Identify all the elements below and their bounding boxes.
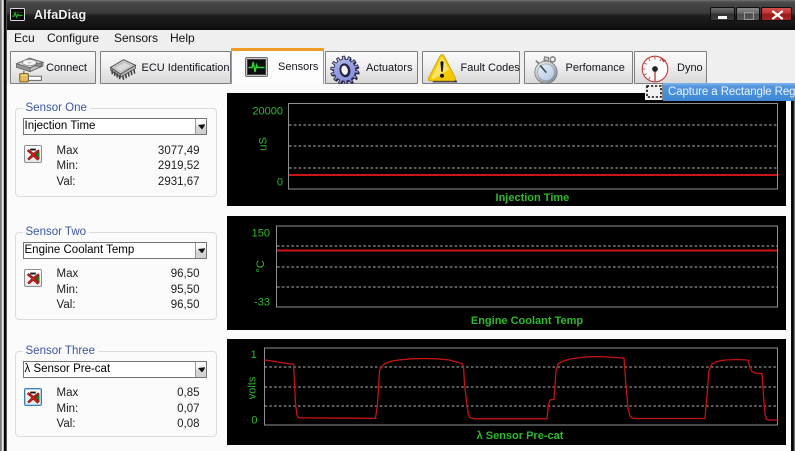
svg-text:20000: 20000 bbox=[252, 105, 283, 117]
svg-text:uS: uS bbox=[258, 137, 270, 150]
svg-text:150: 150 bbox=[252, 227, 270, 239]
svg-text:1: 1 bbox=[251, 348, 257, 360]
svg-text:Injection Time: Injection Time bbox=[496, 192, 570, 204]
svg-text:0: 0 bbox=[277, 176, 283, 188]
svg-text:0: 0 bbox=[251, 414, 257, 426]
svg-text:°C: °C bbox=[255, 260, 267, 272]
svg-text:λ Sensor Pre-cat: λ Sensor Pre-cat bbox=[477, 430, 564, 442]
svg-text:volts: volts bbox=[247, 376, 259, 399]
svg-text:-33: -33 bbox=[254, 296, 270, 308]
svg-text:Engine Coolant Temp: Engine Coolant Temp bbox=[471, 315, 584, 327]
